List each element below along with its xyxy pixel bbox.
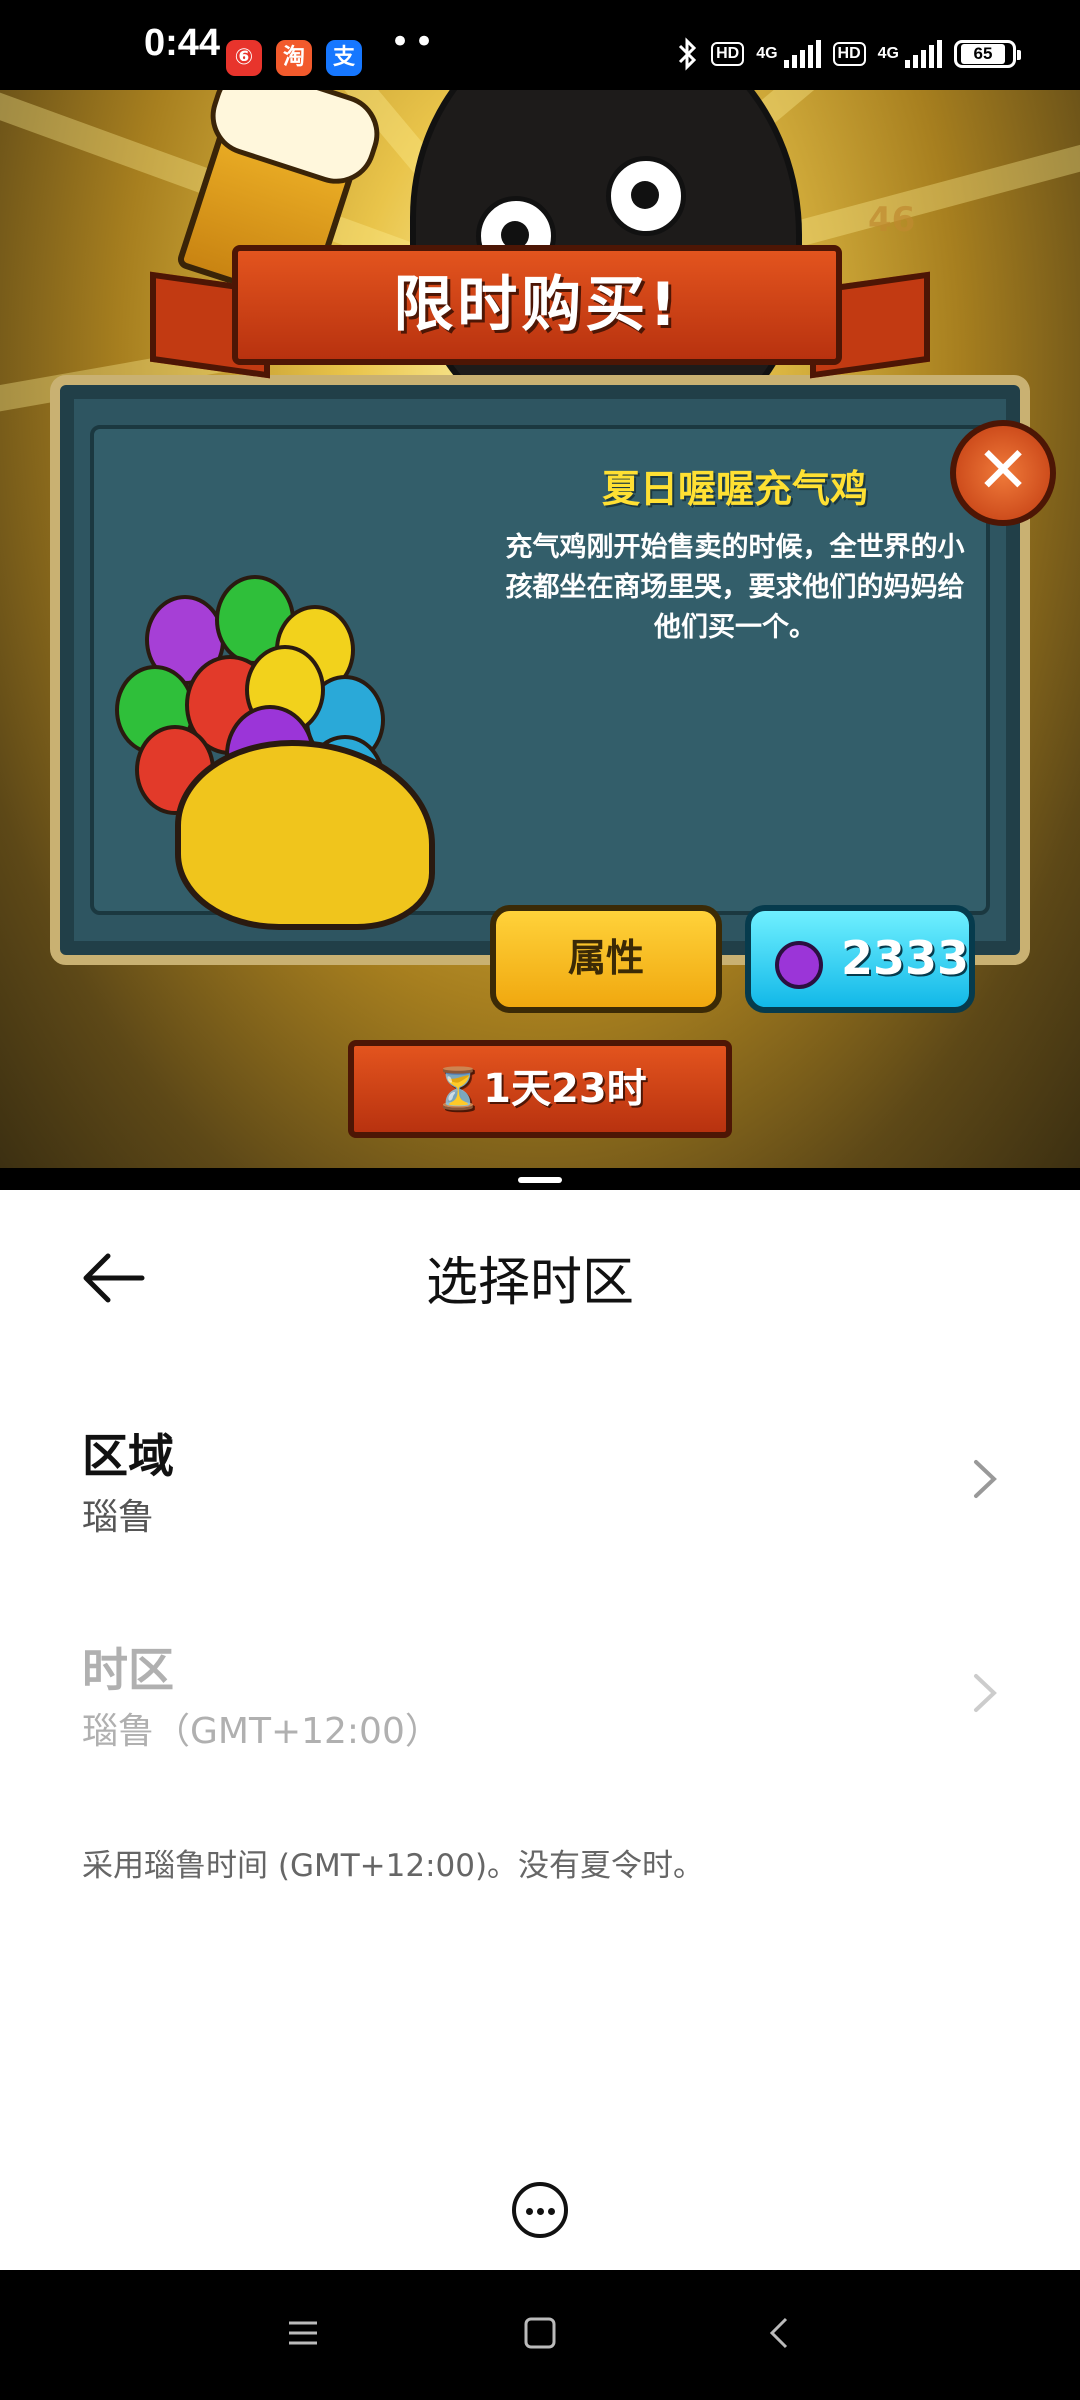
timezone-row: 时区 瑙鲁（GMT+12:00） bbox=[0, 1634, 1080, 1794]
menu-icon[interactable] bbox=[285, 2315, 321, 2351]
alipay-icon: 支 bbox=[326, 40, 362, 76]
region-row[interactable]: 区域 瑙鲁 bbox=[0, 1420, 1080, 1580]
weibo-icon: ⑥ bbox=[226, 40, 262, 76]
hd-badge-2: HD bbox=[832, 42, 866, 66]
buy-price-button[interactable]: 2333 bbox=[745, 905, 975, 1013]
status-indicators: HD 4G HD 4G 65 bbox=[677, 34, 1021, 74]
network-type: 4G bbox=[756, 45, 778, 62]
status-bar: 0:44 ⑥ 淘 支 •• HD 4G HD 4G 65 bbox=[0, 0, 1080, 90]
taobao-icon: 淘 bbox=[276, 40, 312, 76]
split-screen-handle[interactable] bbox=[518, 1177, 562, 1183]
chevron-right-icon bbox=[974, 1674, 997, 1712]
price-value: 2333 bbox=[841, 931, 970, 985]
home-icon[interactable] bbox=[522, 2315, 558, 2351]
dialog-title-ribbon: 限时购买! bbox=[232, 245, 842, 365]
monster-eye bbox=[606, 156, 686, 236]
timezone-value: 瑙鲁（GMT+12:00） bbox=[82, 1711, 441, 1752]
offer-timer: ⏳1天23时 bbox=[348, 1040, 732, 1138]
hd-badge: HD bbox=[711, 42, 745, 66]
hourglass-icon: ⏳ bbox=[433, 1066, 484, 1112]
network-type-2: 4G bbox=[877, 45, 899, 62]
battery-level: 65 bbox=[961, 44, 1005, 64]
signal-icon-2 bbox=[905, 40, 942, 68]
chevron-right-icon bbox=[974, 1460, 997, 1498]
battery-icon: 65 bbox=[954, 40, 1021, 68]
item-description: 充气鸡刚开始售卖的时候，全世界的小孩都坐在商场里哭，要求他们的妈妈给他们买一个。 bbox=[505, 532, 965, 643]
more-notifications-dots: •• bbox=[390, 22, 439, 62]
back-icon[interactable] bbox=[762, 2315, 798, 2351]
page-title: 选择时区 bbox=[425, 1253, 634, 1313]
more-options-icon[interactable] bbox=[512, 2182, 568, 2238]
hud-counter: 46 bbox=[868, 200, 916, 240]
navigation-bar bbox=[0, 2270, 1080, 2400]
region-label: 区域 bbox=[82, 1429, 174, 1483]
timezone-note: 采用瑙鲁时间 (GMT+12:00)。没有夏令时。 bbox=[82, 1848, 705, 1884]
timer-value: 1天23时 bbox=[483, 1066, 647, 1112]
potion-icon bbox=[775, 941, 823, 989]
status-time: 0:44 bbox=[144, 22, 221, 64]
signal-icon bbox=[783, 40, 821, 68]
dialog-title: 限时购买! bbox=[393, 270, 681, 340]
bluetooth-icon bbox=[679, 37, 697, 71]
timezone-label: 时区 bbox=[82, 1643, 174, 1697]
attributes-button[interactable]: 属性 bbox=[490, 905, 722, 1013]
region-value: 瑙鲁 bbox=[82, 1497, 155, 1538]
item-name: 夏日喔喔充气鸡 bbox=[601, 467, 868, 511]
